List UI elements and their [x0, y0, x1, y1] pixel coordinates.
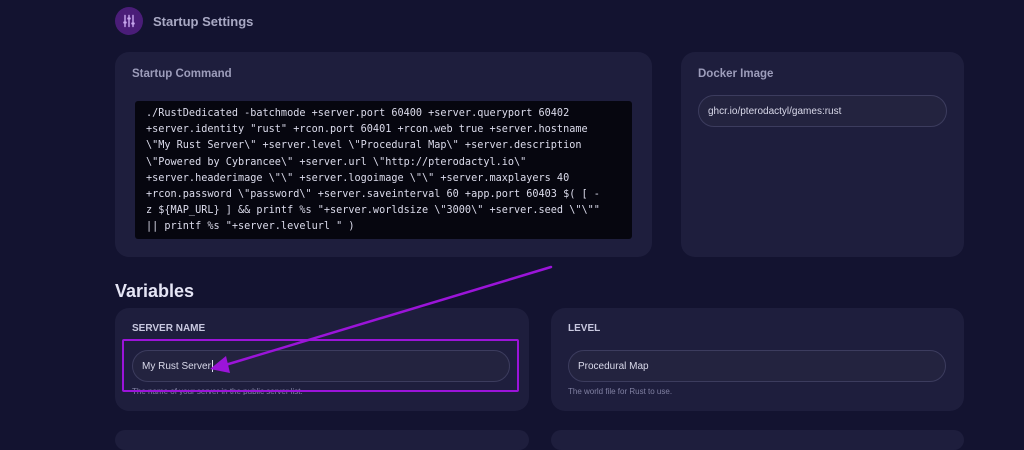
code-line: +server.headerimage \"\" +server.logoima…: [146, 172, 570, 184]
variables-title: Variables: [115, 281, 195, 301]
code-line: z ${MAP_URL} ] && printf %s "+server.wor…: [146, 205, 600, 217]
startup-settings-header: Startup Settings: [115, 6, 253, 36]
docker-image-value: ghcr.io/pterodactyl/games:rust: [708, 105, 842, 117]
docker-image-card: Docker Image ghcr.io/pterodactyl/games:r…: [681, 52, 964, 257]
page-title: Startup Settings: [153, 13, 254, 29]
server-name-label: SERVER NAME: [132, 323, 206, 334]
startup-command-code: ./RustDedicated -batchmode +server.port …: [135, 101, 632, 239]
level-card: LEVEL Procedural Map The world file for …: [551, 308, 964, 411]
code-line: +server.identity "rust" +rcon.port 60401…: [146, 124, 588, 136]
annotation-highlight-box: [122, 339, 519, 392]
startup-command-card: Startup Command ./RustDedicated -batchmo…: [115, 52, 652, 257]
code-line: \"Powered by Cybrancee\" +server.url \"h…: [146, 156, 527, 168]
code-line: +rcon.password \"password\" +server.save…: [146, 189, 600, 201]
variable-card: [551, 430, 964, 450]
level-help: The world file for Rust to use.: [568, 387, 673, 396]
variable-card: [115, 430, 529, 450]
startup-command-label: Startup Command: [132, 68, 232, 80]
code-line: ./RustDedicated -batchmode +server.port …: [146, 108, 570, 119]
level-label: LEVEL: [568, 323, 601, 334]
docker-image-select[interactable]: ghcr.io/pterodactyl/games:rust: [698, 95, 947, 127]
level-value: Procedural Map: [578, 360, 649, 372]
code-line: || printf %s "+server.levelurl " ): [146, 221, 355, 233]
level-input[interactable]: Procedural Map: [568, 350, 946, 382]
code-line: \"My Rust Server\" +server.level \"Proce…: [146, 140, 582, 152]
sliders-icon: [115, 7, 143, 35]
docker-image-label: Docker Image: [698, 68, 774, 80]
